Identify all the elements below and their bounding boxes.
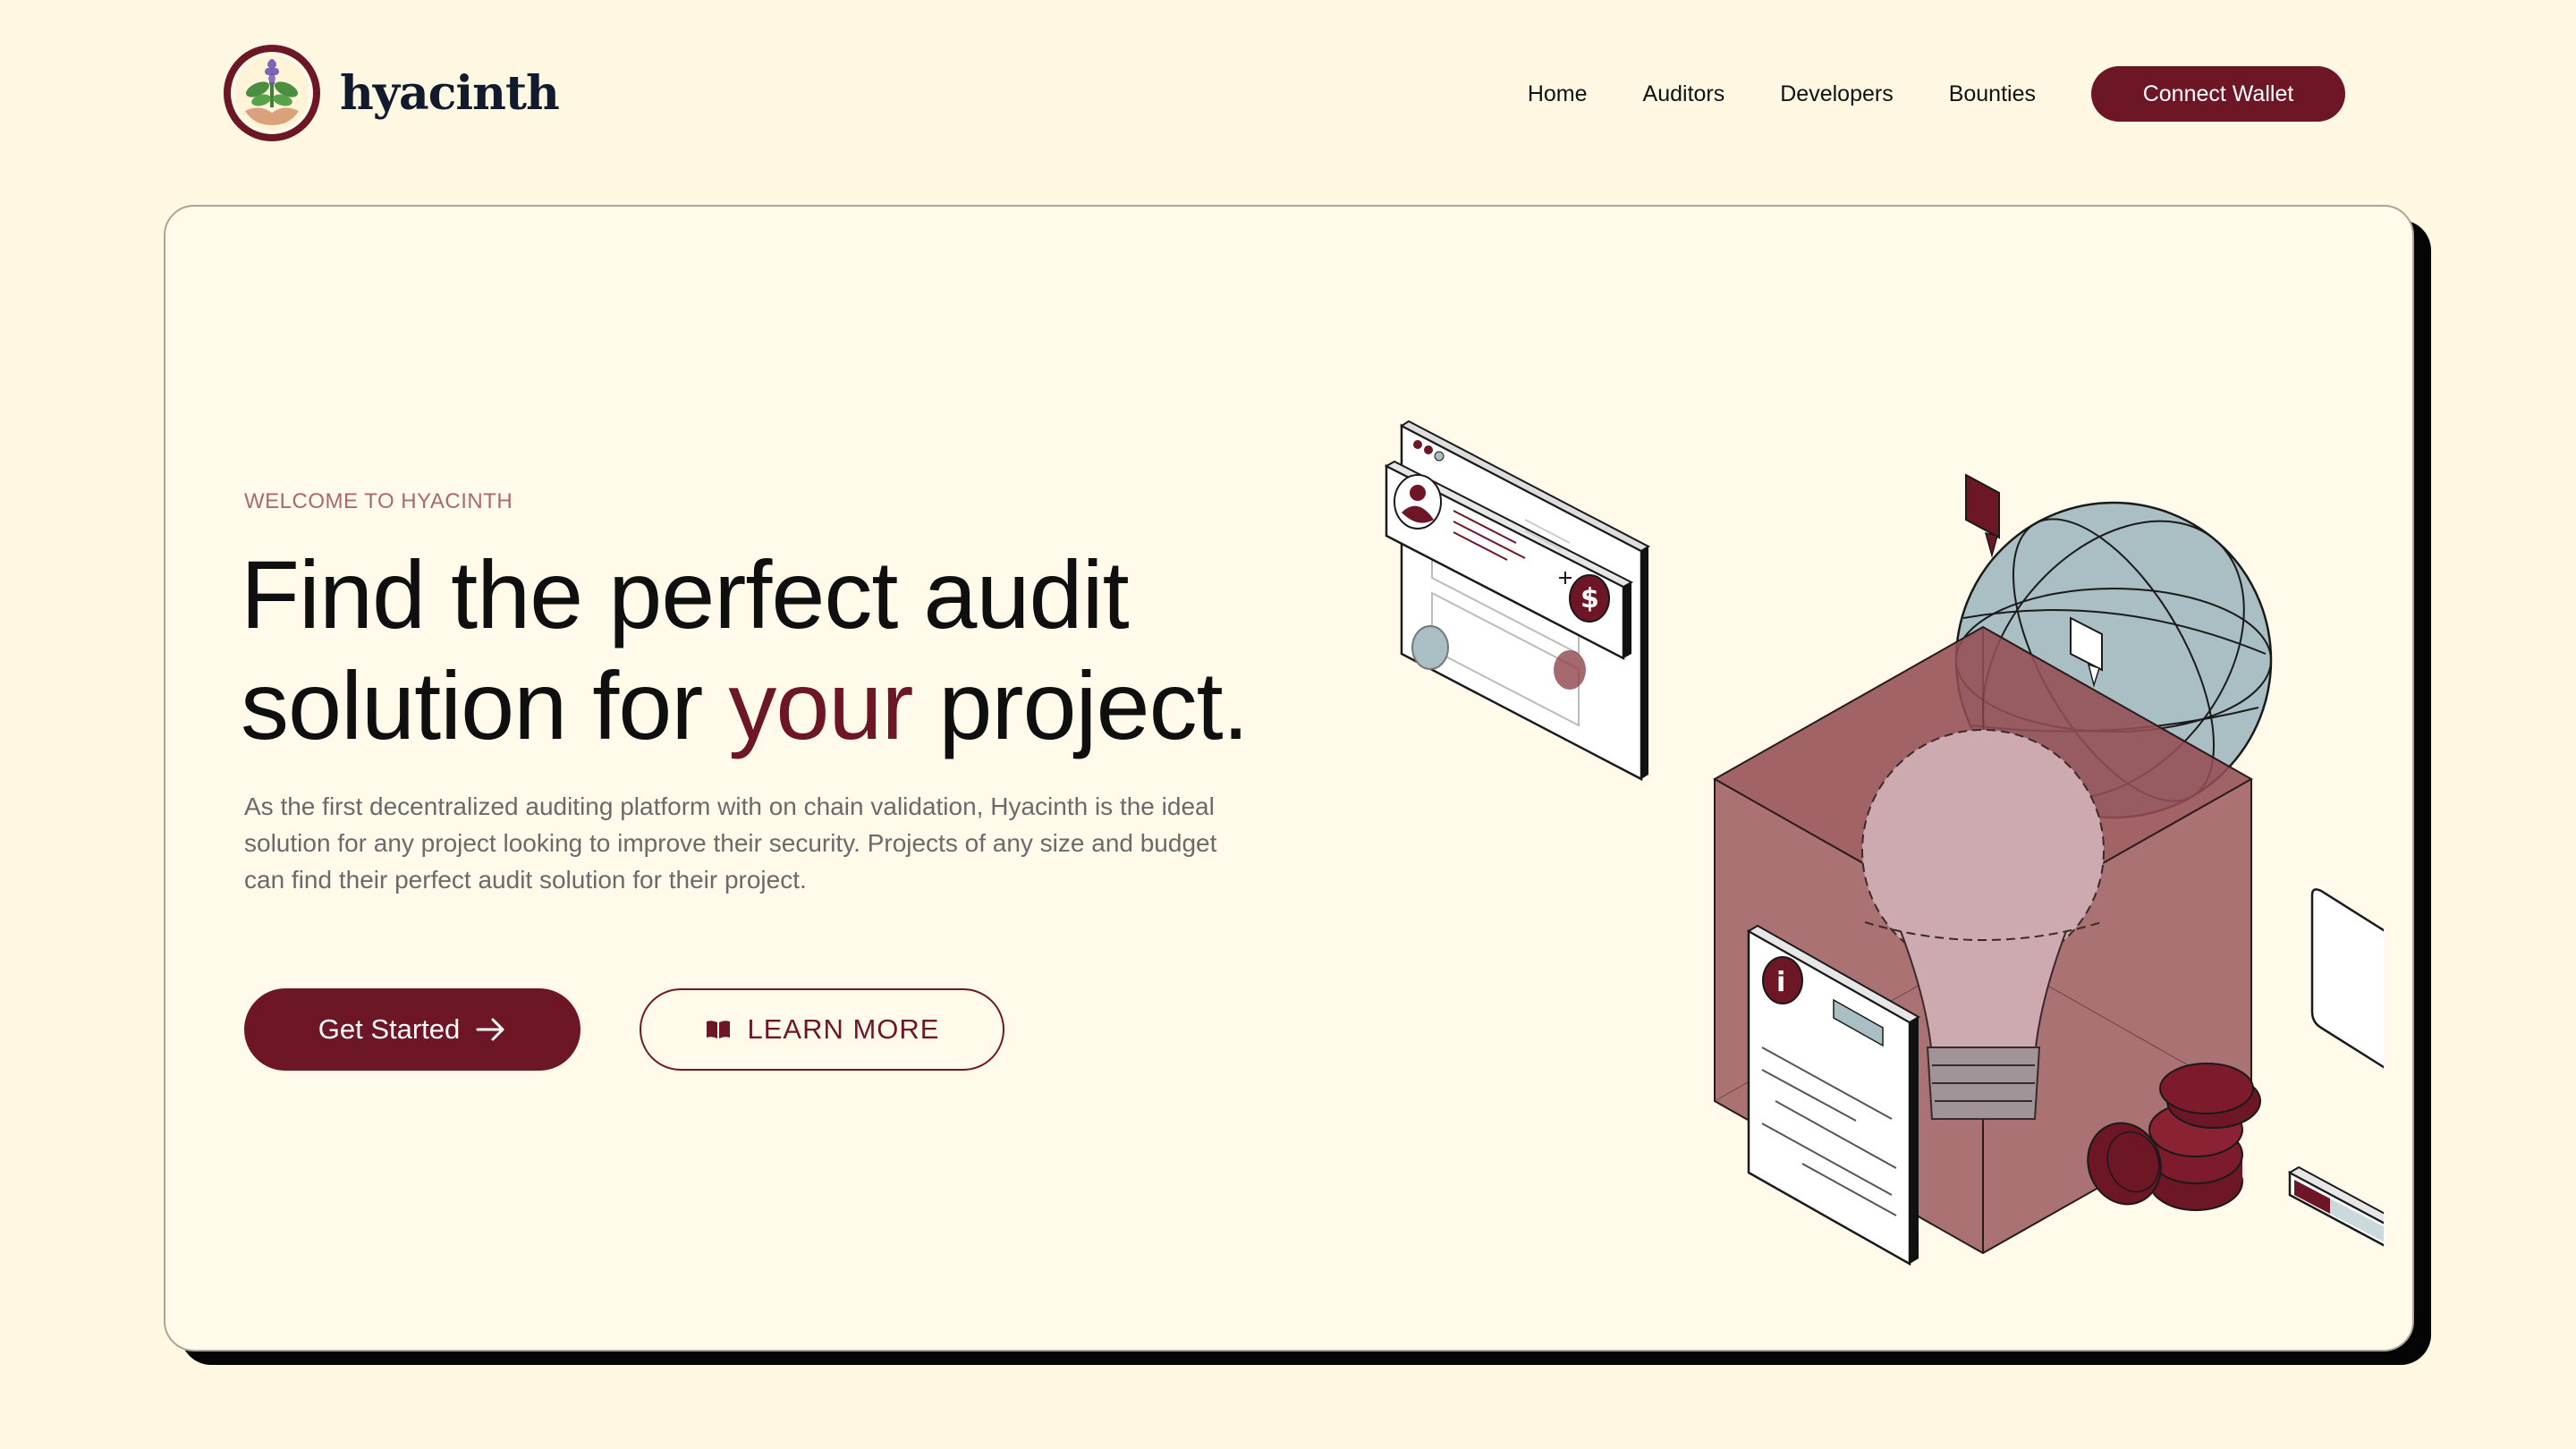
nav-link-bounties[interactable]: Bounties xyxy=(1949,81,2036,107)
svg-text:i: i xyxy=(1776,967,1785,998)
learn-more-label: LEARN MORE xyxy=(747,1013,940,1045)
get-started-button[interactable]: Get Started xyxy=(244,988,580,1071)
hero-illustration: $ i xyxy=(1384,419,2384,1267)
top-nav: hyacinth Home Auditors Developers Bounti… xyxy=(0,0,2576,188)
hero-card: WELCOME TO HYACINTH Find the perfect aud… xyxy=(164,205,2414,1352)
hyacinth-logo-icon xyxy=(224,45,320,141)
nav-link-auditors[interactable]: Auditors xyxy=(1643,81,1725,107)
learn-more-button[interactable]: LEARN MORE xyxy=(640,988,1004,1071)
nav-link-developers[interactable]: Developers xyxy=(1780,81,1893,107)
get-started-label: Get Started xyxy=(318,1013,461,1045)
nav-links: Home Auditors Developers Bounties Connec… xyxy=(1528,66,2345,122)
brand-name: hyacinth xyxy=(340,65,560,121)
book-open-icon xyxy=(706,1021,730,1038)
side-panels-illustration xyxy=(2287,888,2384,1247)
svg-text:$: $ xyxy=(1580,583,1599,614)
hero-headline: Find the perfect audit solution for your… xyxy=(241,539,1403,761)
brand-logo[interactable]: hyacinth xyxy=(224,45,560,141)
nav-link-home[interactable]: Home xyxy=(1528,81,1588,107)
hero-eyebrow: WELCOME TO HYACINTH xyxy=(244,489,513,513)
headline-part2: project. xyxy=(912,651,1249,759)
hero-description: As the first decentralized auditing plat… xyxy=(244,792,1217,894)
arrow-right-icon xyxy=(476,1018,504,1041)
connect-wallet-button[interactable]: Connect Wallet xyxy=(2091,66,2345,122)
headline-accent: your xyxy=(728,651,913,759)
